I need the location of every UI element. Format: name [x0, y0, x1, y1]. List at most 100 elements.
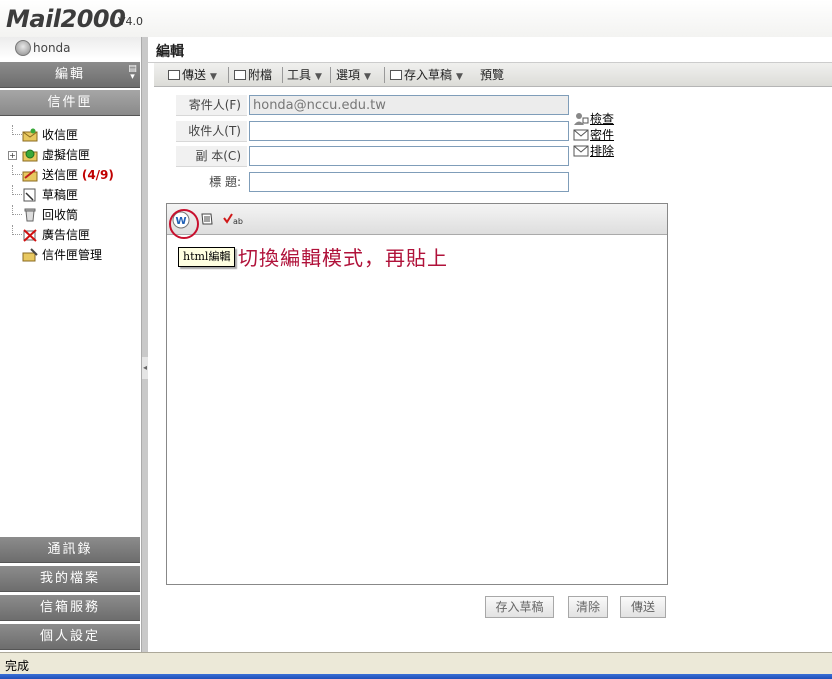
- html-edit-button[interactable]: W: [169, 209, 199, 239]
- tools-menu-label: 工具: [287, 68, 312, 82]
- cc-field[interactable]: [249, 146, 569, 166]
- folder-label: 回收筒: [42, 208, 79, 222]
- attach-button[interactable]: 附檔: [234, 67, 272, 83]
- folder-spam[interactable]: 廣告信匣: [10, 225, 140, 245]
- sidebar-button-my-files[interactable]: 我的檔案: [0, 566, 140, 592]
- exclude-link[interactable]: 排除: [573, 142, 614, 158]
- to-field[interactable]: [249, 121, 569, 141]
- sidebar-button-label: 我的檔案: [39, 571, 100, 586]
- preview-button[interactable]: 預覽: [480, 67, 504, 83]
- folder-trash[interactable]: 回收筒: [10, 205, 140, 225]
- preview-label: 預覽: [480, 68, 505, 82]
- taskbar: [0, 674, 832, 679]
- app-logo: Mail2000: [6, 5, 126, 33]
- save-draft-menu-label: 存入草稿: [404, 68, 453, 82]
- inbox-icon: [22, 128, 38, 142]
- trash-icon: [24, 208, 36, 222]
- subject-field[interactable]: [249, 172, 569, 192]
- title-bar: 編輯: [148, 37, 832, 63]
- virtual-folder-icon: [22, 149, 38, 162]
- save-draft-menu[interactable]: 存入草稿 ▼: [390, 67, 463, 83]
- to-label: 收件人(T): [176, 121, 247, 142]
- send-menu[interactable]: 傳送 ▼: [168, 67, 217, 83]
- sidebar-button-label: 通訊錄: [47, 542, 93, 557]
- app-header: Mail2000 V4.0: [0, 0, 832, 37]
- highlight-circle: [169, 209, 199, 239]
- compose-toolbar: 傳送 ▼ 附檔 工具 ▼ 選項 ▼ 存入草稿 ▼ 預覽: [154, 63, 832, 87]
- unread-count-badge: (4/9): [81, 168, 114, 182]
- sidebar-button-mailbox-service[interactable]: 信箱服務: [0, 595, 140, 621]
- app-version: V4.0: [118, 15, 144, 28]
- status-bar: 完成: [0, 652, 832, 674]
- sidebar-button-compose-label: 編輯: [54, 67, 85, 82]
- user-bar: honda: [0, 37, 143, 59]
- envelope-icon: [573, 129, 589, 141]
- spellcheck-icon: ab: [223, 213, 243, 226]
- sidebar-button-compose[interactable]: 編輯 ▤ ▾: [0, 62, 140, 88]
- folder-label: 收信匣: [42, 128, 79, 142]
- instruction-annotation: 切換編輯模式，再貼上: [238, 246, 448, 270]
- spellcheck-button[interactable]: ab: [223, 211, 243, 229]
- folder-manage[interactable]: 信件匣管理: [10, 245, 140, 265]
- sidebar-button-personal-settings[interactable]: 個人設定: [0, 624, 140, 650]
- attach-label: 附檔: [248, 68, 273, 82]
- save-draft-button[interactable]: 存入草稿: [485, 596, 554, 618]
- contacts-icon: [574, 113, 589, 125]
- dropdown-arrow-icon: ▼: [456, 72, 463, 82]
- page-title: 編輯: [156, 44, 184, 60]
- text-mode-button[interactable]: [199, 211, 217, 229]
- notepad-icon: [201, 213, 213, 225]
- tools-menu[interactable]: 工具 ▼: [287, 67, 322, 83]
- options-menu-label: 選項: [336, 68, 361, 82]
- compose-panel: 編輯 傳送▼ 附檔 工具▼ 選項▼ 存入草稿▼ 預覽 寄件人(F) 收件人(T): [148, 37, 832, 652]
- sidebar-button-label: 信箱服務: [39, 600, 100, 615]
- from-field[interactable]: [249, 95, 569, 115]
- status-text: 完成: [5, 659, 30, 673]
- envelope-icon: [573, 145, 589, 157]
- folder-label: 虛擬信匣: [42, 148, 91, 162]
- folder-sent[interactable]: 送信匣 (4/9): [10, 165, 140, 185]
- dropdown-arrow-icon: ▼: [210, 72, 217, 82]
- folder-inbox[interactable]: 收信匣: [10, 125, 140, 145]
- sidebar-splitter[interactable]: ◂: [141, 37, 148, 652]
- folder-tree: 收信匣 + 虛擬信匣 送信匣 (4/9) 草稿匣 回收筒 廣告信匣 信件匣管理: [8, 125, 140, 265]
- folder-manage-icon: [22, 248, 38, 262]
- folder-label: 草稿匣: [42, 188, 79, 202]
- folder-label: 送信匣: [42, 168, 79, 182]
- check-recipients-link[interactable]: 檢查: [573, 110, 614, 126]
- clear-button[interactable]: 清除: [568, 596, 608, 618]
- collapse-icon[interactable]: ▤ ▾: [128, 65, 137, 82]
- cc-label: 副 本(C): [176, 146, 247, 167]
- bcc-label: 密件: [590, 128, 615, 142]
- sidebar-button-mailboxes[interactable]: 信件匣: [0, 90, 140, 116]
- sent-icon: [22, 169, 38, 182]
- subject-label: 標 題:: [176, 172, 247, 193]
- exclude-label: 排除: [590, 144, 615, 158]
- message-editor[interactable]: W ab html編輯 切換編輯模式，再貼上: [166, 203, 668, 585]
- save-icon: [390, 70, 402, 80]
- logo-text: Mail2000: [6, 5, 126, 33]
- folder-label: 廣告信匣: [42, 228, 91, 242]
- folder-virtual[interactable]: + 虛擬信匣: [8, 145, 140, 165]
- dropdown-arrow-icon: ▼: [315, 72, 322, 82]
- sidebar: honda 編輯 ▤ ▾ 信件匣 收信匣 + 虛擬信匣 送信匣 (4/9) 草稿匣: [0, 37, 143, 652]
- send-button[interactable]: 傳送: [620, 596, 666, 618]
- editor-toolbar: W ab: [167, 204, 667, 239]
- folder-label: 信件匣管理: [42, 248, 103, 262]
- avatar-icon: [15, 40, 31, 56]
- expand-icon[interactable]: +: [8, 151, 17, 160]
- options-menu[interactable]: 選項 ▼: [336, 67, 371, 83]
- spam-icon: [23, 229, 37, 242]
- drafts-icon: [23, 188, 36, 202]
- svg-text:ab: ab: [233, 217, 243, 226]
- from-label: 寄件人(F): [176, 95, 247, 116]
- sidebar-button-label: 個人設定: [39, 629, 100, 644]
- folder-drafts[interactable]: 草稿匣: [10, 185, 140, 205]
- bcc-link[interactable]: 密件: [573, 126, 614, 142]
- tooltip: html編輯: [178, 247, 236, 267]
- user-name: honda: [33, 41, 71, 55]
- send-icon: [168, 70, 180, 80]
- sidebar-button-address-book[interactable]: 通訊錄: [0, 537, 140, 563]
- send-menu-label: 傳送: [182, 68, 207, 82]
- check-label: 檢查: [590, 112, 615, 126]
